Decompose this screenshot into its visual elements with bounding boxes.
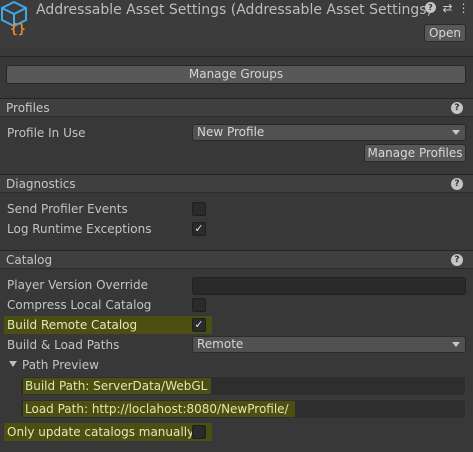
- only-update-manually-label: Only update catalogs manually: [7, 425, 195, 439]
- chevron-down-icon: [452, 342, 460, 347]
- compress-local-catalog-label: Compress Local Catalog: [7, 298, 152, 312]
- profiles-help-icon[interactable]: ?: [451, 102, 463, 114]
- header-divider: [0, 56, 473, 57]
- log-runtime-exceptions-checkbox[interactable]: ✓: [192, 222, 206, 236]
- only-update-manually-checkbox[interactable]: [192, 425, 206, 439]
- build-remote-catalog-checkbox[interactable]: ✓: [192, 318, 206, 332]
- open-button[interactable]: Open: [424, 24, 466, 42]
- compress-local-catalog-checkbox[interactable]: [192, 298, 206, 312]
- kebab-menu-icon[interactable]: ⋮: [457, 2, 470, 15]
- profile-in-use-label: Profile In Use: [7, 126, 86, 140]
- profiles-section-title: Profiles: [6, 101, 50, 115]
- player-version-override-label: Player Version Override: [7, 278, 149, 292]
- send-profiler-events-checkbox[interactable]: [192, 202, 206, 216]
- build-remote-catalog-label: Build Remote Catalog: [7, 318, 138, 332]
- build-path-field: Build Path: ServerData/WebGL: [20, 376, 466, 396]
- send-profiler-events-label: Send Profiler Events: [7, 202, 128, 216]
- diagnostics-section-title: Diagnostics: [6, 177, 76, 191]
- build-load-paths-value: Remote: [197, 337, 244, 351]
- log-runtime-exceptions-label: Log Runtime Exceptions: [7, 222, 152, 236]
- catalog-section-header[interactable]: Catalog ?: [0, 250, 473, 269]
- profile-in-use-value: New Profile: [197, 125, 265, 139]
- sliders-icon[interactable]: ⇄: [441, 2, 454, 15]
- manage-groups-button[interactable]: Manage Groups: [6, 65, 466, 84]
- catalog-section-title: Catalog: [6, 253, 53, 267]
- help-icon[interactable]: ?: [425, 2, 438, 15]
- diagnostics-help-icon[interactable]: ?: [451, 178, 463, 190]
- load-path-field: Load Path: http://loclahost:8080/NewProf…: [20, 399, 466, 419]
- foldout-arrow-icon[interactable]: [9, 361, 17, 367]
- player-version-override-input[interactable]: [192, 277, 466, 295]
- diagnostics-section-header[interactable]: Diagnostics ?: [0, 174, 473, 193]
- catalog-help-icon[interactable]: ?: [451, 254, 463, 266]
- profile-in-use-dropdown[interactable]: New Profile: [192, 124, 466, 141]
- path-preview-label[interactable]: Path Preview: [22, 358, 99, 372]
- build-load-paths-dropdown[interactable]: Remote: [192, 336, 466, 353]
- load-path-value: Load Path: http://loclahost:8080/NewProf…: [23, 401, 295, 417]
- build-load-paths-label: Build & Load Paths: [7, 338, 120, 352]
- manage-profiles-button[interactable]: Manage Profiles: [364, 144, 466, 162]
- addressables-logo-icon: {}: [0, 0, 32, 37]
- chevron-down-icon: [452, 130, 460, 135]
- build-path-value: Build Path: ServerData/WebGL: [23, 378, 212, 394]
- svg-text:{}: {}: [10, 22, 26, 36]
- window-title: Addressable Asset Settings (Addressable …: [36, 2, 432, 18]
- profiles-section-header[interactable]: Profiles ?: [0, 98, 473, 117]
